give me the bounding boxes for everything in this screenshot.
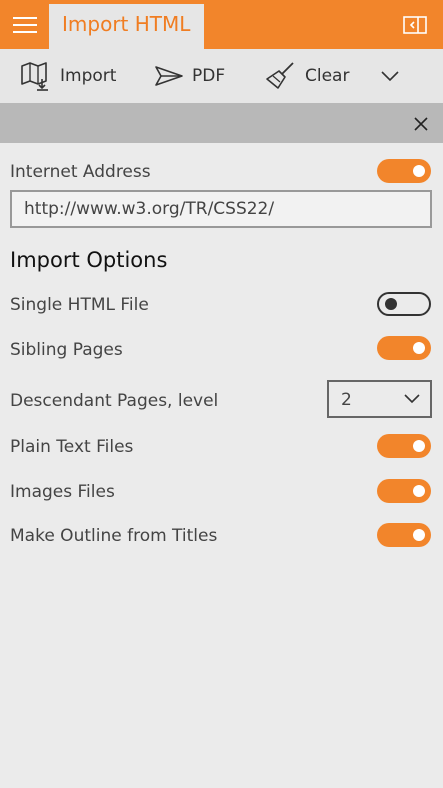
paper-plane-icon <box>155 66 183 86</box>
clear-button[interactable]: Clear <box>265 49 349 103</box>
descendant-pages-label: Descendant Pages, level <box>10 391 219 411</box>
import-options-title: Import Options <box>10 248 168 272</box>
make-outline-label: Make Outline from Titles <box>10 526 218 546</box>
toggle-knob <box>413 485 425 497</box>
single-html-file-label: Single HTML File <box>10 295 149 315</box>
import-options-panel: Internet Address http://www.w3.org/TR/CS… <box>0 143 443 788</box>
panel-toggle-icon <box>403 16 427 34</box>
tab-title: Import HTML <box>62 12 191 36</box>
plain-text-files-toggle[interactable] <box>377 434 431 458</box>
close-panel-button[interactable] <box>408 111 434 137</box>
toggle-knob <box>413 342 425 354</box>
single-html-file-toggle[interactable] <box>377 292 431 316</box>
close-icon <box>414 117 428 131</box>
make-outline-toggle[interactable] <box>377 523 431 547</box>
clear-label: Clear <box>305 66 350 86</box>
broom-icon <box>266 62 294 89</box>
descendant-level-dropdown[interactable]: 2 <box>327 380 432 418</box>
more-options-button[interactable] <box>380 49 400 103</box>
hamburger-menu-button[interactable] <box>0 0 49 49</box>
images-files-toggle[interactable] <box>377 479 431 503</box>
map-import-icon <box>21 62 48 91</box>
url-value: http://www.w3.org/TR/CSS22/ <box>24 199 275 219</box>
toggle-knob <box>413 440 425 452</box>
url-input[interactable]: http://www.w3.org/TR/CSS22/ <box>10 190 432 228</box>
options-panel-header <box>0 103 443 143</box>
import-label: Import <box>60 66 117 86</box>
sibling-pages-toggle[interactable] <box>377 336 431 360</box>
toolbar: Import PDF Clear <box>0 49 443 103</box>
sibling-pages-label: Sibling Pages <box>10 340 123 360</box>
toggle-knob <box>413 165 425 177</box>
hamburger-menu-icon <box>12 16 37 33</box>
pdf-label: PDF <box>192 66 226 86</box>
chevron-down-icon <box>381 71 399 82</box>
app-bar: Import HTML <box>0 0 443 49</box>
descendant-level-value: 2 <box>341 390 352 410</box>
import-button[interactable]: Import <box>20 49 116 103</box>
toggle-knob <box>385 298 397 310</box>
plain-text-files-label: Plain Text Files <box>10 437 134 457</box>
images-files-label: Images Files <box>10 482 115 502</box>
internet-address-toggle[interactable] <box>377 159 431 183</box>
pdf-button[interactable]: PDF <box>154 49 225 103</box>
internet-address-label: Internet Address <box>10 162 151 182</box>
panel-toggle-button[interactable] <box>400 12 430 38</box>
chevron-down-icon <box>404 394 420 404</box>
toggle-knob <box>413 529 425 541</box>
